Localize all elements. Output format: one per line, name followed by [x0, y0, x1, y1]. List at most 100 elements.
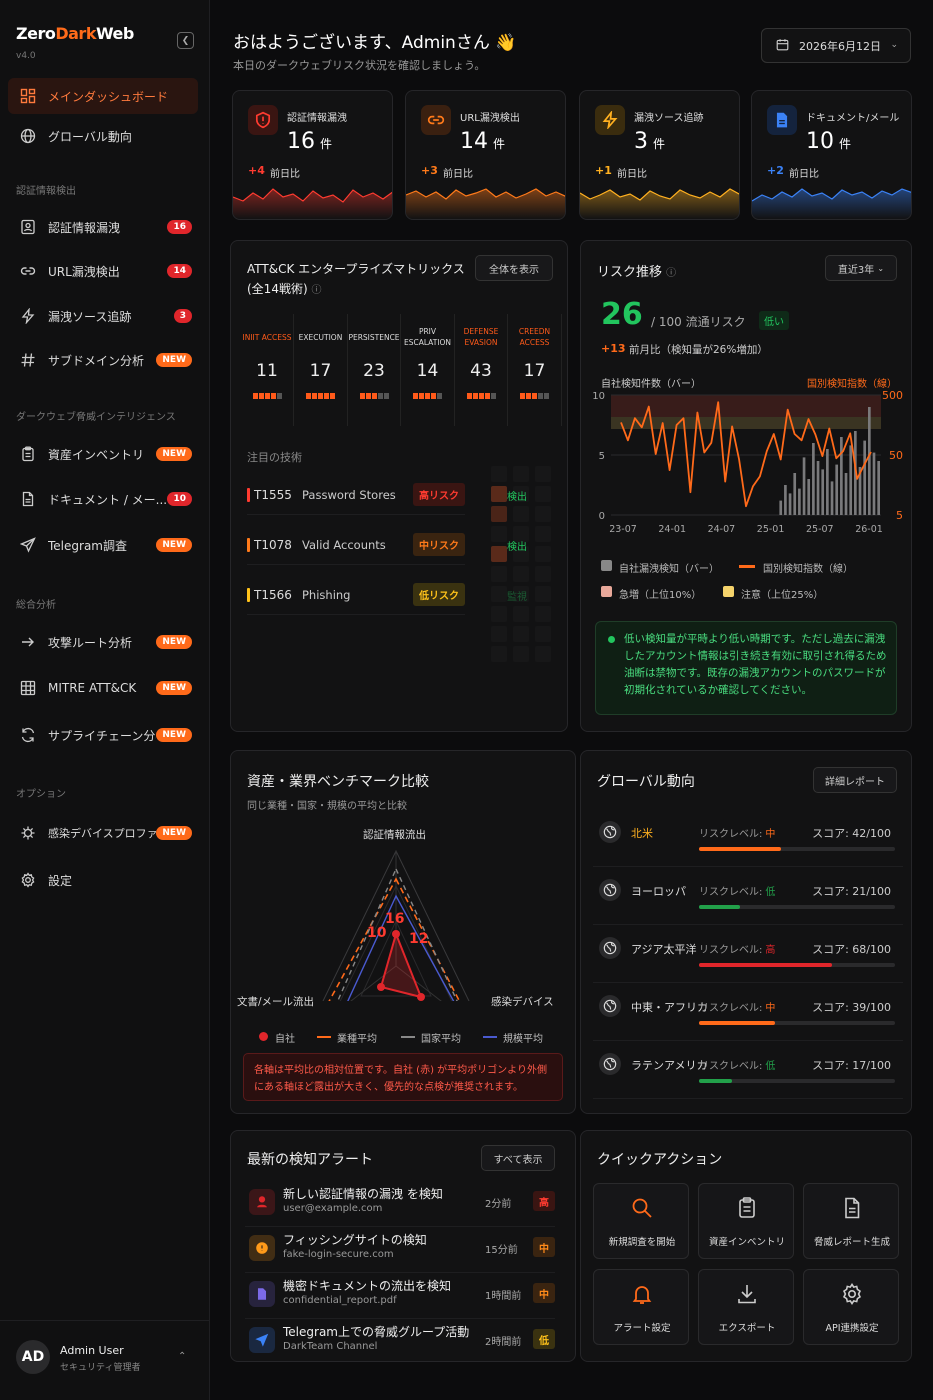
quick-action-threat-report[interactable]: 脅威レポート生成 — [803, 1183, 899, 1259]
nav-item-main-dashboard[interactable]: メインダッシュボード — [8, 78, 198, 114]
technique-row[interactable]: T1555 Password Stores 高リスク — [247, 475, 465, 515]
app-root: ZeroDarkWeb v4.0 ❮ メインダッシュボード グローバル動向 認証… — [0, 0, 933, 1400]
user-menu[interactable]: AD Admin User セキュリティ管理者 ⌃ — [0, 1320, 210, 1400]
line-axis-label: 国別検知指数（線） — [807, 379, 897, 390]
date-picker[interactable]: 2026年6月12日 ⌄ — [761, 28, 911, 63]
send-icon — [249, 1327, 275, 1353]
region-row[interactable]: ラテンアメリカ リスクレベル: 低 スコア: 17/100 — [593, 1041, 903, 1099]
risk-level-value: 低 — [765, 887, 776, 898]
alert-row[interactable]: Telegram上での脅威グループ活動 DarkTeam Channel 2時間前低 — [245, 1319, 555, 1361]
tactic-bar-segment — [472, 393, 478, 399]
tactic-column[interactable]: PERSISTENCE 23 — [348, 314, 401, 426]
tactic-bar-segment — [425, 393, 430, 399]
stat-card-document[interactable]: ドキュメント/メール 10 件 +2 前日比 — [751, 90, 912, 220]
tactic-column[interactable]: PRIV ESCALATION 14 — [402, 314, 455, 426]
tactic-name: PRIV ESCALATION — [403, 327, 452, 347]
tactic-column[interactable]: DEFENSE EVASION 43 — [455, 314, 508, 426]
attack-matrix-card: ATT&CK エンタープライズマトリックス (全14戦術) ⓘ 全体を表示 INI… — [230, 240, 568, 732]
heatmap-cell — [535, 626, 551, 642]
quick-action-alert-settings[interactable]: アラート設定 — [593, 1269, 689, 1345]
nav-label: 漏洩ソース追跡 — [48, 309, 132, 324]
legend-item: 自社漏洩検知（バー） — [619, 564, 719, 575]
show-all-alerts-button[interactable]: すべて表示 — [481, 1145, 555, 1171]
tactic-bar-segment — [312, 393, 317, 399]
nav-item-leak-source[interactable]: 漏洩ソース追跡 3 — [8, 298, 198, 334]
alert-time: 1時間前 — [485, 1291, 522, 1302]
region-row[interactable]: 北米 リスクレベル: 中 スコア: 42/100 — [593, 809, 903, 867]
heatmap-cell — [491, 646, 507, 662]
collapse-sidebar-button[interactable]: ❮ — [177, 32, 194, 49]
warning-icon — [249, 1235, 275, 1261]
stat-card-leak-source[interactable]: 漏洩ソース追跡 3件 +1 前日比 — [579, 90, 740, 220]
region-row[interactable]: 中東・アフリカ リスクレベル: 中 スコア: 39/100 — [593, 983, 903, 1041]
tactic-name: CREEDN ACCESS — [518, 327, 551, 347]
tactic-bar-segment — [270, 393, 276, 399]
tactic-column[interactable]: EXECUTION 17 — [295, 314, 348, 426]
refresh-icon — [18, 725, 38, 745]
risk-level-value: 中 — [765, 1003, 776, 1014]
period-select[interactable]: 直近3年 ⌄ — [825, 255, 897, 281]
quick-action-export[interactable]: エクスポート — [698, 1269, 794, 1345]
tactic-column[interactable]: CREEDN ACCESS 17 — [509, 314, 562, 426]
stat-card-url[interactable]: URL漏洩検出 14 件 +3 前日比 — [405, 90, 566, 220]
bar-axis-label: 自社検知件数（バー） — [601, 379, 701, 390]
globe-asia-icon — [599, 937, 621, 959]
nav-item-credential-leak[interactable]: 認証情報漏洩 16 — [8, 209, 198, 245]
alert-row[interactable]: フィッシングサイトの検知 fake-login-secure.com 15分前 中 — [245, 1227, 555, 1273]
stat-card-credential[interactable]: 認証情報漏洩 16 件 +4 前日比 — [232, 90, 393, 220]
detail-report-button[interactable]: 詳細レポート — [813, 767, 897, 793]
bar — [844, 473, 848, 515]
nav-item-document-mail[interactable]: ドキュメント / メー... 10 — [8, 481, 198, 517]
bar — [779, 500, 783, 515]
sparkline — [406, 188, 565, 219]
risk-level-value: 高 — [765, 945, 776, 956]
bar — [835, 464, 839, 515]
nav-item-asset-inventory[interactable]: 資産インベントリ NEW — [8, 436, 198, 472]
nav-item-settings[interactable]: 設定 — [8, 862, 198, 898]
alert-title: Telegram上での脅威グループ活動 — [283, 1325, 470, 1339]
tactic-column[interactable]: INIIT ACCESS 11 — [241, 314, 294, 426]
link-icon — [18, 261, 38, 281]
count-badge: 10 — [167, 492, 192, 506]
nav-item-url-leak[interactable]: URL漏洩検出 14 — [8, 253, 198, 289]
new-badge: NEW — [156, 826, 192, 840]
alert-title: フィッシングサイトの検知 — [283, 1233, 427, 1247]
tactic-bar-segment — [258, 393, 264, 399]
tactic-bars — [241, 393, 293, 399]
region-row[interactable]: アジア太平洋 リスクレベル: 高 スコア: 68/100 — [593, 925, 903, 983]
region-score: スコア: 17/100 — [812, 1059, 891, 1072]
alert-row[interactable]: 機密ドキュメントの流出を検知 confidential_report.pdf 1時間… — [245, 1273, 555, 1319]
calendar-icon — [776, 38, 789, 54]
logo[interactable]: ZeroDarkWeb — [16, 24, 134, 43]
x-tick: 24-07 — [708, 524, 736, 535]
quick-action-asset-inventory[interactable]: 資産インベントリ — [698, 1183, 794, 1259]
alert-row[interactable]: 新しい認証情報の漏洩 を検知 user@example.com 2分前 高 — [245, 1181, 555, 1227]
tactic-bar-segment — [365, 393, 371, 399]
heatmap-cell — [535, 646, 551, 662]
quick-action-api-settings[interactable]: API連携設定 — [803, 1269, 899, 1345]
risk-marker — [247, 587, 250, 602]
arrow-right-icon — [18, 632, 38, 652]
bar — [863, 440, 867, 515]
risk-marker — [247, 487, 250, 502]
nav-item-telegram[interactable]: Telegram調査 NEW — [8, 527, 198, 563]
tactic-name: EXECUTION — [298, 332, 343, 342]
tactic-bar-segment — [437, 393, 442, 399]
nav-item-attack-route[interactable]: 攻撃ルート分析 NEW — [8, 624, 198, 660]
nav-item-global-trends[interactable]: グローバル動向 — [8, 118, 198, 154]
technique-row[interactable]: T1078 Valid Accounts 中リスク — [247, 525, 465, 565]
region-name: 中東・アフリカ — [631, 1001, 708, 1014]
quick-action-new-investigation[interactable]: 新規調査を開始 — [593, 1183, 689, 1259]
region-row[interactable]: ヨーロッパ リスクレベル: 低スコア: 21/100 — [593, 867, 903, 925]
nav-item-subdomain[interactable]: サブドメイン分析 NEW — [8, 342, 198, 378]
nav-item-supply-chain[interactable]: サプライチェーン分析 NEW — [8, 717, 198, 753]
tactic-bar-segment — [466, 393, 472, 399]
technique-row[interactable]: T1566 Phishing 低リスク — [247, 575, 465, 615]
bar — [868, 407, 871, 515]
nav-item-mitre[interactable]: MITRE ATT&CK NEW — [8, 670, 198, 706]
severity-badge: 中 — [533, 1237, 555, 1257]
nav-item-infected-device[interactable]: 感染デバイスプロファイル NEW — [8, 815, 198, 851]
new-badge: NEW — [156, 353, 192, 367]
tactic-bar-segment — [252, 393, 258, 399]
heatmap-cell — [513, 466, 529, 482]
